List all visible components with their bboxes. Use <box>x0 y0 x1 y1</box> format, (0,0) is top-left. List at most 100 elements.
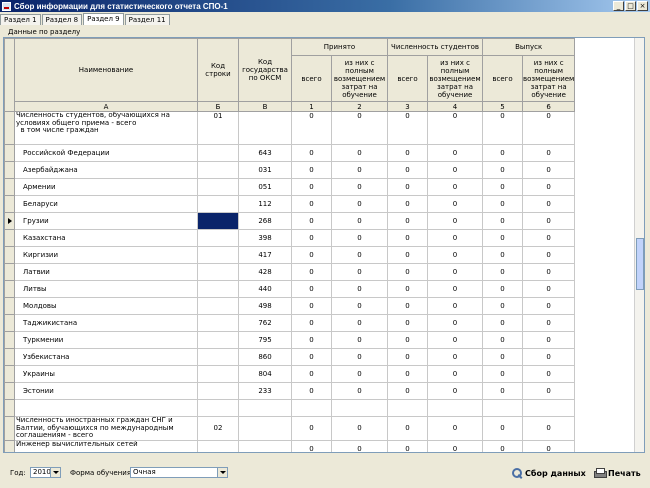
cell-value-col-4[interactable]: 0 <box>427 314 483 332</box>
cell-value-col-4[interactable]: 0 <box>427 348 483 366</box>
cell-name[interactable]: Киргизии <box>14 246 198 264</box>
cell-row-code[interactable] <box>197 263 239 281</box>
cell-name[interactable]: Казахстана <box>14 229 198 247</box>
cell-value-col-3[interactable]: 0 <box>387 280 428 298</box>
row-indicator[interactable] <box>4 212 15 230</box>
cell-value-col-5[interactable]: 0 <box>482 161 523 179</box>
cell-value-col-1[interactable]: 0 <box>291 195 332 213</box>
row-indicator[interactable] <box>4 439 15 452</box>
cell-name[interactable] <box>14 399 198 417</box>
cell-value-col-4[interactable]: 0 <box>427 212 483 230</box>
row-indicator[interactable] <box>4 178 15 196</box>
cell-row-code[interactable] <box>197 178 239 196</box>
cell-value-col-6[interactable]: 0 <box>521 212 576 230</box>
cell-country-code[interactable]: 417 <box>238 246 292 264</box>
cell-country-code[interactable]: 031 <box>238 161 292 179</box>
table-row[interactable]: Украины 804 0 0 0 0 0 0 <box>4 365 576 383</box>
cell-value-col-1[interactable]: 0 <box>291 229 332 247</box>
cell-value-col-6[interactable]: 0 <box>521 382 576 400</box>
cell-value-col-3[interactable]: 0 <box>387 111 428 145</box>
cell-row-code[interactable]: 02 <box>197 416 239 441</box>
minimize-button[interactable]: _ <box>613 1 624 11</box>
cell-row-code[interactable] <box>197 399 239 417</box>
cell-value-col-1[interactable]: 0 <box>291 111 332 145</box>
cell-value-col-3[interactable] <box>387 399 428 417</box>
cell-name[interactable]: Латвии <box>14 263 198 281</box>
cell-value-col-6[interactable]: 0 <box>521 111 576 145</box>
cell-value-col-6[interactable]: 0 <box>521 144 576 162</box>
cell-value-col-1[interactable]: 0 <box>291 144 332 162</box>
cell-row-code[interactable] <box>197 212 239 230</box>
cell-country-code[interactable] <box>238 439 292 452</box>
row-indicator[interactable] <box>4 297 15 315</box>
cell-country-code[interactable]: 233 <box>238 382 292 400</box>
cell-value-col-2[interactable]: 0 <box>331 178 388 196</box>
cell-row-code[interactable] <box>197 439 239 452</box>
cell-country-code[interactable] <box>238 416 292 441</box>
cell-row-code[interactable] <box>197 280 239 298</box>
cell-value-col-5[interactable]: 0 <box>482 416 523 441</box>
tab-section-9[interactable]: Раздел 9 <box>83 13 124 25</box>
cell-value-col-6[interactable]: 0 <box>521 229 576 247</box>
cell-value-col-3[interactable]: 0 <box>387 331 428 349</box>
cell-value-col-2[interactable]: 0 <box>331 382 388 400</box>
cell-value-col-4[interactable]: 0 <box>427 263 483 281</box>
cell-value-col-2[interactable] <box>331 399 388 417</box>
cell-value-col-2[interactable]: 0 <box>331 280 388 298</box>
tab-section-11[interactable]: Раздел 11 <box>124 14 170 25</box>
cell-value-col-2[interactable]: 0 <box>331 348 388 366</box>
close-button[interactable]: × <box>637 1 648 11</box>
cell-value-col-5[interactable]: 0 <box>482 229 523 247</box>
row-indicator[interactable] <box>4 246 15 264</box>
cell-value-col-1[interactable]: 0 <box>291 314 332 332</box>
cell-row-code[interactable] <box>197 246 239 264</box>
cell-value-col-6[interactable]: 0 <box>521 365 576 383</box>
cell-row-code[interactable] <box>197 229 239 247</box>
row-indicator[interactable] <box>4 111 15 145</box>
cell-value-col-6[interactable]: 0 <box>521 161 576 179</box>
cell-value-col-5[interactable]: 0 <box>482 365 523 383</box>
cell-value-col-3[interactable]: 0 <box>387 439 428 452</box>
cell-row-code[interactable] <box>197 331 239 349</box>
row-indicator[interactable] <box>4 331 15 349</box>
cell-value-col-2[interactable]: 0 <box>331 111 388 145</box>
cell-value-col-1[interactable]: 0 <box>291 297 332 315</box>
cell-value-col-6[interactable]: 0 <box>521 280 576 298</box>
cell-value-col-5[interactable]: 0 <box>482 246 523 264</box>
cell-row-code[interactable]: 01 <box>197 111 239 145</box>
cell-name[interactable]: Численность иностранных граждан СНГ и Ба… <box>14 416 198 441</box>
cell-value-col-1[interactable]: 0 <box>291 178 332 196</box>
cell-name[interactable]: Литвы <box>14 280 198 298</box>
cell-country-code[interactable]: 398 <box>238 229 292 247</box>
cell-value-col-3[interactable]: 0 <box>387 263 428 281</box>
cell-value-col-3[interactable]: 0 <box>387 144 428 162</box>
data-grid[interactable]: Наименование Код строки Код государства … <box>3 37 645 453</box>
cell-value-col-4[interactable]: 0 <box>427 280 483 298</box>
cell-value-col-3[interactable]: 0 <box>387 416 428 441</box>
cell-value-col-2[interactable]: 0 <box>331 439 388 452</box>
cell-value-col-1[interactable]: 0 <box>291 246 332 264</box>
cell-name[interactable]: Украины <box>14 365 198 383</box>
cell-value-col-5[interactable]: 0 <box>482 111 523 145</box>
table-row[interactable] <box>4 399 576 417</box>
cell-value-col-2[interactable]: 0 <box>331 212 388 230</box>
cell-value-col-1[interactable]: 0 <box>291 280 332 298</box>
table-row[interactable]: Киргизии 417 0 0 0 0 0 0 <box>4 246 576 264</box>
cell-country-code[interactable]: 860 <box>238 348 292 366</box>
cell-value-col-3[interactable]: 0 <box>387 229 428 247</box>
table-row[interactable]: Беларуси 112 0 0 0 0 0 0 <box>4 195 576 213</box>
cell-country-code[interactable]: 268 <box>238 212 292 230</box>
row-indicator[interactable] <box>4 144 15 162</box>
cell-value-col-4[interactable]: 0 <box>427 161 483 179</box>
cell-value-col-3[interactable]: 0 <box>387 161 428 179</box>
cell-value-col-5[interactable]: 0 <box>482 263 523 281</box>
cell-name[interactable]: Грузии <box>14 212 198 230</box>
table-row[interactable]: Узбекистана 860 0 0 0 0 0 0 <box>4 348 576 366</box>
cell-country-code[interactable]: 428 <box>238 263 292 281</box>
cell-value-col-3[interactable]: 0 <box>387 178 428 196</box>
cell-value-col-5[interactable]: 0 <box>482 348 523 366</box>
cell-value-col-6[interactable]: 0 <box>521 195 576 213</box>
table-row[interactable]: Азербайджана 031 0 0 0 0 0 0 <box>4 161 576 179</box>
cell-value-col-5[interactable]: 0 <box>482 195 523 213</box>
table-row[interactable]: Численность иностранных граждан СНГ и Ба… <box>4 416 576 441</box>
